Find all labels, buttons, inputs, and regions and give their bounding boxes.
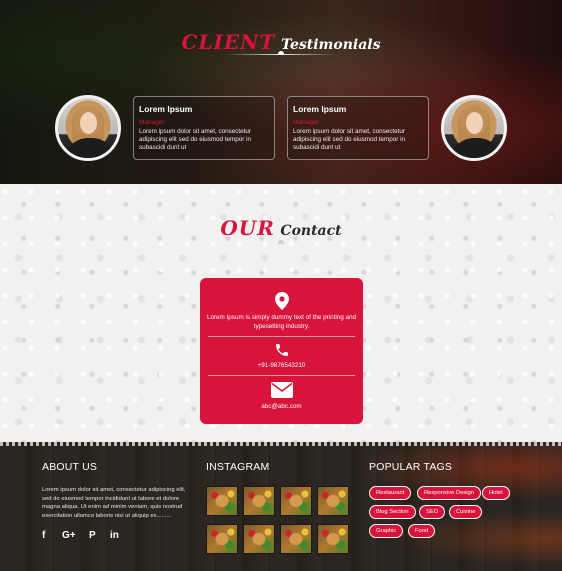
tag-restaurant[interactable]: Restaurant [369, 486, 412, 500]
tag-cuisine[interactable]: Cuisine [449, 505, 483, 519]
contact-title-rest: Contact [280, 223, 342, 239]
google-plus-icon[interactable]: G+ [62, 530, 76, 541]
tag-seo[interactable]: SEO [419, 505, 446, 519]
testimonial-role: Manager [293, 119, 319, 126]
contact-email[interactable]: abc@abc.com [200, 402, 363, 411]
about-text: Lorem ipsum dolor sit amet, consectetur … [42, 487, 186, 520]
envelope-icon [270, 382, 293, 398]
linkedin-icon[interactable]: in [110, 530, 119, 541]
contact-phone-row: +91-9876543210 [200, 342, 363, 370]
contact-title-accent: OUR [220, 216, 275, 240]
instagram-thumbnail[interactable] [280, 524, 312, 554]
contact-divider [208, 375, 355, 376]
tag-graphic[interactable]: Graphic [369, 524, 404, 538]
testimonial-name: Lorem Ipsum [139, 104, 193, 114]
testimonial-text: Lorem ipsum dolor sit amet, consectetur … [139, 128, 252, 152]
testimonial-text: Lorem ipsum dolor sit amet, consectetur … [293, 128, 406, 152]
about-heading: ABOUT US [42, 461, 98, 473]
contact-title: OUR Contact [0, 216, 562, 240]
testimonial-name: Lorem Ipsum [293, 104, 347, 114]
phone-icon [275, 344, 288, 356]
instagram-thumbnail[interactable] [243, 524, 275, 554]
testimonial-avatar [55, 95, 121, 161]
instagram-thumbnail[interactable] [206, 486, 238, 516]
contact-email-row: abc@abc.com [200, 382, 363, 411]
contact-address-row: Lorem Ipsum is simply dummy text of the … [200, 292, 363, 331]
testimonials-title-dot [278, 51, 284, 55]
contact-card: Lorem Ipsum is simply dummy text of the … [200, 278, 363, 424]
popular-tags-heading: POPULAR TAGS [369, 461, 453, 473]
testimonial-role: Manager [139, 119, 165, 126]
testimonials-title-accent: CLIENT [181, 30, 276, 54]
testimonial-card: Lorem Ipsum Manager Lorem ipsum dolor si… [133, 96, 275, 160]
testimonial-card: Lorem Ipsum Manager Lorem ipsum dolor si… [287, 96, 429, 160]
instagram-thumbnail[interactable] [280, 486, 312, 516]
facebook-icon[interactable]: f [42, 530, 45, 541]
tag-hotel[interactable]: Hotel [482, 486, 510, 500]
map-pin-icon [274, 292, 289, 310]
testimonial-avatar [441, 95, 507, 161]
tag-food[interactable]: Food [408, 524, 436, 538]
pinterest-icon[interactable]: P [89, 530, 96, 541]
instagram-thumbnail[interactable] [317, 524, 349, 554]
tag-responsive-design[interactable]: Responsive Design [417, 486, 481, 500]
instagram-thumbnail[interactable] [243, 486, 275, 516]
contact-address: Lorem Ipsum is simply dummy text of the … [206, 314, 357, 331]
instagram-thumbnail[interactable] [317, 486, 349, 516]
instagram-heading: INSTAGRAM [206, 461, 270, 473]
contact-divider [208, 336, 355, 337]
contact-phone[interactable]: +91-9876543210 [200, 361, 363, 370]
tag-blog-section[interactable]: Blog Section [369, 505, 416, 519]
testimonials-title-rest: Testimonials [281, 37, 381, 53]
instagram-thumbnail[interactable] [206, 524, 238, 554]
contact-title-dot [278, 240, 284, 244]
